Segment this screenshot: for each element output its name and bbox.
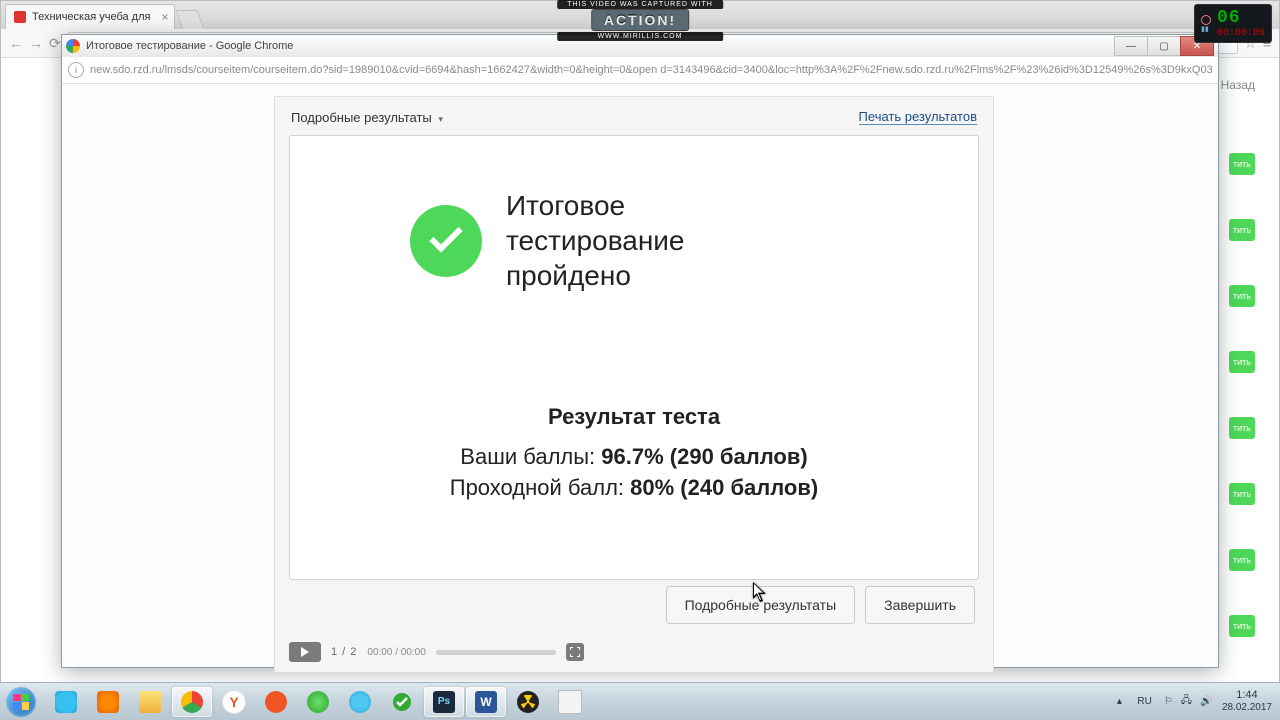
reload-button[interactable]: ⟳ xyxy=(49,35,61,52)
maximize-button[interactable]: ▢ xyxy=(1147,36,1181,56)
popup-title: Итоговое тестирование - Google Chrome xyxy=(86,40,293,52)
taskbar-skype[interactable] xyxy=(46,687,86,717)
print-results-link[interactable]: Печать результатов xyxy=(859,109,977,125)
page-indicator: 1 / 2 xyxy=(331,646,357,658)
action-buttons-row: Подробные результаты Завершить xyxy=(666,586,975,624)
popup-titlebar[interactable]: Итоговое тестирование - Google Chrome — … xyxy=(62,35,1218,57)
pass-score-line: Проходной балл: 80% (240 баллов) xyxy=(290,473,978,504)
tab-favicon xyxy=(14,11,26,23)
popup-chrome-window: Итоговое тестирование - Google Chrome — … xyxy=(61,34,1219,668)
taskbar-apps: Y Ps W xyxy=(46,683,590,720)
windows-taskbar: Y Ps W ▴ RU ⚐ 🖧 🔊 1:44 28.02.2017 xyxy=(0,682,1280,720)
taskbar-explorer[interactable] xyxy=(130,687,170,717)
side-green-button[interactable]: тить xyxy=(1229,219,1255,241)
seek-slider[interactable] xyxy=(436,650,556,655)
details-button[interactable]: Подробные результаты xyxy=(666,586,856,624)
pass-score-value: 80% (240 баллов) xyxy=(630,475,818,500)
clock[interactable]: 1:44 28.02.2017 xyxy=(1222,689,1272,713)
your-score-label: Ваши баллы: xyxy=(460,444,601,469)
play-button[interactable] xyxy=(289,642,321,662)
system-tray: ▴ RU ⚐ 🖧 🔊 1:44 28.02.2017 xyxy=(1113,683,1280,720)
taskbar-check-app[interactable] xyxy=(382,687,422,717)
side-green-button[interactable]: тить xyxy=(1229,417,1255,439)
chevron-down-icon: ▾ xyxy=(438,114,443,124)
clock-date: 28.02.2017 xyxy=(1222,702,1272,714)
action-center-icon[interactable]: ⚐ xyxy=(1164,696,1173,707)
fps-overlay-right: 06 00:00:09 xyxy=(1217,8,1265,39)
desktop: Техническая учеба для × ← → ⟳ new.sdo.rz… xyxy=(0,0,1280,720)
taskbar-record[interactable] xyxy=(256,687,296,717)
player-controls: 1 / 2 00:00 / 00:00 xyxy=(289,640,979,664)
side-green-button[interactable]: тить xyxy=(1229,615,1255,637)
side-green-button[interactable]: тить xyxy=(1229,153,1255,175)
tray-expand-icon[interactable]: ▴ xyxy=(1113,696,1125,707)
new-tab-button[interactable] xyxy=(176,10,205,29)
fps-overlay: ▮▮ 06 00:00:09 xyxy=(1194,4,1272,43)
checkmark-circle-icon xyxy=(410,205,482,277)
side-green-button[interactable]: тить xyxy=(1229,285,1255,307)
popup-url[interactable]: new.sdo.rzd.ru/lmsds/courseitem/courseit… xyxy=(90,64,1212,76)
popup-content: Подробные результаты ▾ Печать результато… xyxy=(62,84,1218,667)
taskbar-ie[interactable] xyxy=(340,687,380,717)
fullscreen-button[interactable] xyxy=(566,643,584,661)
back-button[interactable]: ← xyxy=(9,35,23,51)
side-green-button[interactable]: тить xyxy=(1229,351,1255,373)
details-dropdown[interactable]: Подробные результаты ▾ xyxy=(291,110,443,125)
taskbar-calculator[interactable] xyxy=(550,687,590,717)
hero-line-3: пройдено xyxy=(506,258,685,293)
taskbar-green-app[interactable] xyxy=(298,687,338,717)
tab-title: Техническая учеба для xyxy=(32,11,150,23)
time-indicator: 00:00 / 00:00 xyxy=(367,647,425,658)
side-green-button[interactable]: тить xyxy=(1229,549,1255,571)
your-score-line: Ваши баллы: 96.7% (290 баллов) xyxy=(290,442,978,473)
volume-icon[interactable]: 🔊 xyxy=(1200,696,1214,707)
close-tab-icon[interactable]: × xyxy=(161,10,168,24)
result-slide: Итоговое тестирование пройдено Результат… xyxy=(289,135,979,580)
browser-tab[interactable]: Техническая учеба для × xyxy=(5,4,175,29)
taskbar-firefox[interactable] xyxy=(88,687,128,717)
clock-time: 1:44 xyxy=(1222,689,1272,702)
popup-address-bar: i new.sdo.rzd.ru/lmsds/courseitem/course… xyxy=(62,57,1218,84)
taskbar-photoshop[interactable]: Ps xyxy=(424,687,464,717)
result-heading: Результат теста xyxy=(290,404,978,430)
fps-overlay-left: ▮▮ xyxy=(1201,15,1211,33)
hero-row: Итоговое тестирование пройдено xyxy=(410,188,685,293)
finish-button[interactable]: Завершить xyxy=(865,586,975,624)
hero-heading: Итоговое тестирование пройдено xyxy=(506,188,685,293)
back-link[interactable]: Назад xyxy=(1221,78,1255,92)
forward-button[interactable]: → xyxy=(29,35,43,51)
taskbar-word[interactable]: W xyxy=(466,687,506,717)
network-icon[interactable]: 🖧 xyxy=(1181,693,1192,710)
taskbar-radiation-app[interactable] xyxy=(508,687,548,717)
side-buttons-column: тить тить тить тить тить тить тить тить xyxy=(1229,153,1255,637)
fps-value: 06 xyxy=(1217,8,1265,28)
result-block: Результат теста Ваши баллы: 96.7% (290 б… xyxy=(290,404,978,504)
hero-line-2: тестирование xyxy=(506,223,685,258)
your-score-value: 96.7% (290 баллов) xyxy=(601,444,807,469)
pass-score-label: Проходной балл: xyxy=(450,475,630,500)
details-dropdown-label: Подробные результаты xyxy=(291,110,432,125)
start-button[interactable] xyxy=(0,683,42,720)
hero-line-1: Итоговое xyxy=(506,188,685,223)
side-green-button[interactable]: тить xyxy=(1229,483,1255,505)
minimize-button[interactable]: — xyxy=(1114,36,1148,56)
chrome-icon xyxy=(66,39,80,53)
fps-time: 00:00:09 xyxy=(1217,28,1265,39)
course-player: Подробные результаты ▾ Печать результато… xyxy=(274,96,994,673)
tab-strip: Техническая учеба для × xyxy=(1,1,1279,29)
record-dot-icon xyxy=(1201,15,1211,25)
language-indicator[interactable]: RU xyxy=(1133,694,1155,709)
site-info-icon[interactable]: i xyxy=(68,62,84,78)
player-toolbar: Подробные результаты ▾ Печать результато… xyxy=(275,97,993,133)
taskbar-chrome[interactable] xyxy=(172,687,212,717)
fps-indicator-bars: ▮▮ xyxy=(1201,26,1211,33)
taskbar-yandex[interactable]: Y xyxy=(214,687,254,717)
